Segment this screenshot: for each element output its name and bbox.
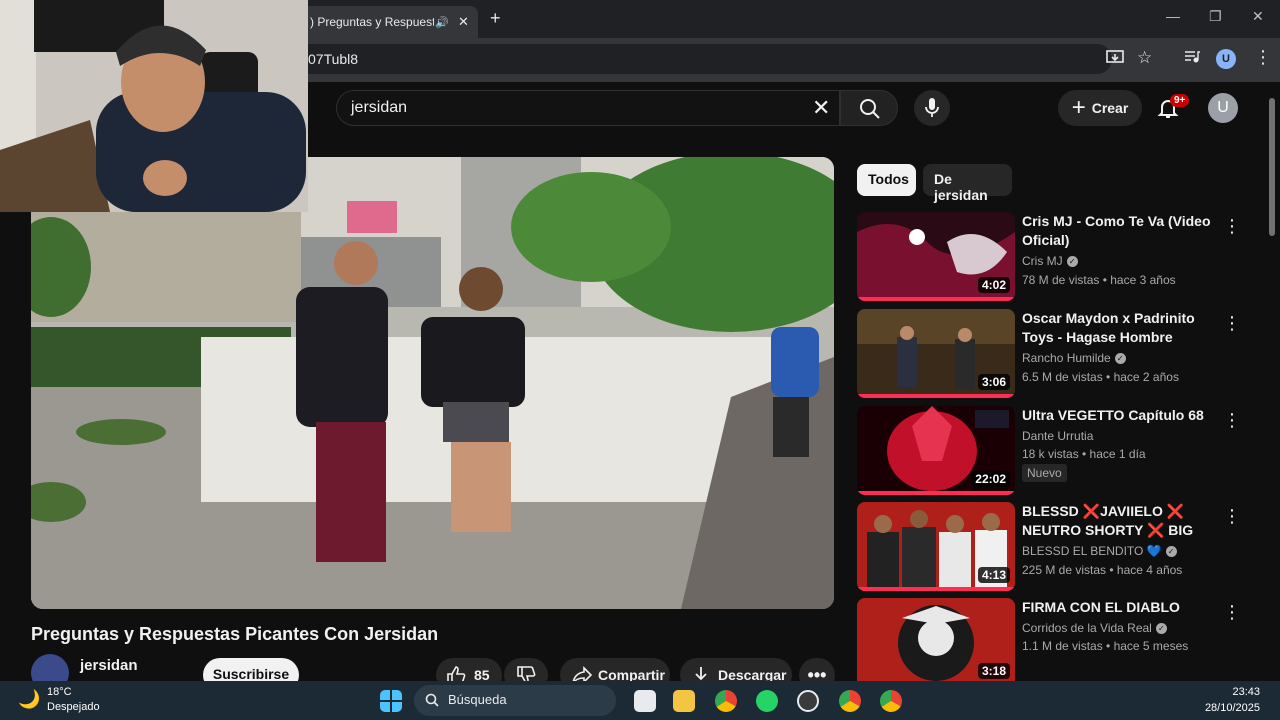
recommendation-item[interactable]: 22:02 Ultra VEGETTO Capítulo 68 Dante Ur… (857, 406, 1257, 498)
recommendation-title[interactable]: BLESSD ❌JAVIIELO ❌ NEUTRO SHORTY ❌ BIG S… (1022, 502, 1222, 540)
chrome-profile-icon[interactable] (880, 690, 902, 712)
chrome-icon[interactable] (715, 690, 737, 712)
browser-tab[interactable]: ) Preguntas y Respuestas 🔊 ✕ (300, 6, 478, 38)
search-button[interactable] (840, 90, 898, 126)
obs-icon[interactable] (797, 690, 819, 712)
clock-time[interactable]: 23:43 (1232, 686, 1260, 698)
bookmark-star-icon[interactable]: ☆ (1137, 48, 1152, 68)
page-scrollbar[interactable] (1268, 96, 1276, 676)
video-duration: 4:13 (977, 567, 1010, 583)
recommendation-title[interactable]: Ultra VEGETTO Capítulo 68 (1022, 406, 1222, 425)
minimize-icon[interactable]: — (1166, 8, 1180, 24)
recommendation-title[interactable]: Cris MJ - Como Te Va (Video Oficial) (1022, 212, 1222, 250)
browser-menu-icon[interactable]: ⋮ (1254, 47, 1272, 68)
search-icon (425, 693, 439, 707)
video-duration: 22:02 (971, 471, 1010, 487)
video-thumbnail[interactable]: 3:06 (857, 309, 1015, 398)
windows-start-icon[interactable] (380, 690, 402, 712)
video-thumbnail[interactable]: 4:13 (857, 502, 1015, 591)
recommendation-channel[interactable]: BLESSD EL BENDITO 💙 ✓ (1022, 544, 1177, 558)
create-label: Crear (1091, 100, 1129, 116)
recommendation-meta: 225 M de vistas • hace 4 años (1022, 563, 1183, 577)
speaker-icon[interactable]: 🔊 (434, 16, 450, 29)
install-app-icon[interactable] (1106, 50, 1124, 70)
video-thumbnail[interactable]: 3:18 (857, 598, 1015, 681)
recommendation-item[interactable]: 4:13 BLESSD ❌JAVIIELO ❌ NEUTRO SHORTY ❌ … (857, 502, 1257, 594)
more-vertical-icon[interactable]: ⋮ (1223, 313, 1241, 334)
more-vertical-icon[interactable]: ⋮ (1223, 410, 1241, 431)
task-view-icon[interactable] (634, 690, 656, 712)
plus-icon: + (1071, 94, 1086, 121)
video-thumbnail[interactable]: 22:02 (857, 406, 1015, 495)
address-bar[interactable]: 07Tubl8 (292, 44, 1112, 74)
verified-icon: ✓ (1155, 623, 1167, 635)
recommendation-item[interactable]: 3:06 Oscar Maydon x Padrinito Toys - Hag… (857, 309, 1257, 401)
clock-date[interactable]: 28/10/2025 (1205, 702, 1260, 714)
weather-description[interactable]: Despejado (47, 701, 100, 713)
recommendation-channel[interactable]: Rancho Humilde ✓ (1022, 351, 1126, 365)
recommendation-title[interactable]: Oscar Maydon x Padrinito Toys - Hagase H… (1022, 309, 1222, 347)
taskbar-search-label: Búsqueda (448, 692, 507, 707)
webcam-overlay (0, 0, 308, 212)
chip-todos[interactable]: Todos (857, 164, 916, 196)
recommendation-item[interactable]: 4:02 Cris MJ - Como Te Va (Video Oficial… (857, 212, 1257, 304)
weather-temperature[interactable]: 18°C (47, 686, 72, 698)
recommendation-channel[interactable]: Dante Urrutia (1022, 429, 1093, 443)
voice-search-button[interactable] (914, 90, 950, 126)
create-button[interactable]: + Crear (1058, 90, 1142, 126)
more-vertical-icon[interactable]: ⋮ (1223, 216, 1241, 237)
recommendation-meta: 78 M de vistas • hace 3 años (1022, 273, 1176, 287)
video-player[interactable] (31, 157, 834, 609)
recommendation-meta: 6.5 M de vistas • hace 2 años (1022, 370, 1179, 384)
verified-icon: ✓ (1114, 353, 1126, 365)
close-tab-icon[interactable]: ✕ (458, 14, 469, 30)
notification-count-badge: 9+ (1170, 94, 1190, 107)
taskbar-search-box[interactable]: Búsqueda (414, 685, 616, 716)
search-icon (860, 99, 880, 119)
video-duration: 3:18 (977, 663, 1010, 679)
channel-name[interactable]: jersidan (80, 657, 138, 674)
webcam-image (0, 0, 308, 212)
verified-icon: ✓ (1165, 546, 1177, 558)
clear-search-icon[interactable]: ✕ (812, 95, 830, 121)
recommendation-item[interactable]: 3:18 FIRMA CON EL DIABLO Corridos de la … (857, 598, 1257, 690)
video-duration: 3:06 (977, 374, 1010, 390)
tab-title: ) Preguntas y Respuestas (310, 15, 434, 29)
account-avatar[interactable]: U (1208, 93, 1238, 123)
video-thumbnail[interactable]: 4:02 (857, 212, 1015, 301)
watched-progress-bar (857, 297, 1015, 301)
whatsapp-icon[interactable] (756, 690, 778, 712)
screen: ) Preguntas y Respuestas 🔊 ✕ + — ❐ ✕ 07T… (0, 0, 1280, 720)
moon-weather-icon[interactable]: 🌙 (18, 689, 40, 710)
microphone-icon (925, 98, 939, 117)
windows-taskbar: 🌙 18°C Despejado Búsqueda 23:43 28/10/20… (0, 681, 1280, 720)
video-duration: 4:02 (977, 277, 1010, 293)
more-vertical-icon[interactable]: ⋮ (1223, 506, 1241, 527)
new-badge: Nuevo (1022, 464, 1067, 482)
verified-icon: ✓ (1066, 256, 1078, 268)
video-frame (31, 157, 834, 609)
recommendation-meta: 1.1 M de vistas • hace 5 meses (1022, 639, 1189, 653)
watched-progress-bar (857, 587, 1015, 591)
chrome-profile-icon[interactable] (839, 690, 861, 712)
recommendation-title[interactable]: FIRMA CON EL DIABLO (1022, 598, 1222, 617)
recommendation-meta: 18 k vistas • hace 1 día (1022, 447, 1146, 461)
watched-progress-bar (857, 491, 1015, 495)
chip-de-jersidan[interactable]: De jersidan (923, 164, 1012, 203)
new-tab-icon[interactable]: + (490, 8, 501, 29)
file-explorer-icon[interactable] (673, 690, 695, 712)
close-window-icon[interactable]: ✕ (1252, 8, 1264, 25)
url-text: 07Tubl8 (308, 51, 359, 67)
watched-progress-bar (857, 394, 1015, 398)
media-control-icon[interactable] (1184, 50, 1200, 68)
recommendation-channel[interactable]: Corridos de la Vida Real ✓ (1022, 621, 1167, 635)
more-vertical-icon[interactable]: ⋮ (1223, 602, 1241, 623)
video-title: Preguntas y Respuestas Picantes Con Jers… (31, 624, 439, 644)
search-input[interactable]: jersidan (336, 90, 840, 126)
recommendation-channel[interactable]: Cris MJ ✓ (1022, 254, 1078, 268)
browser-profile-avatar[interactable]: U (1216, 49, 1236, 69)
scrollbar-thumb[interactable] (1269, 98, 1275, 236)
restore-icon[interactable]: ❐ (1209, 8, 1222, 25)
